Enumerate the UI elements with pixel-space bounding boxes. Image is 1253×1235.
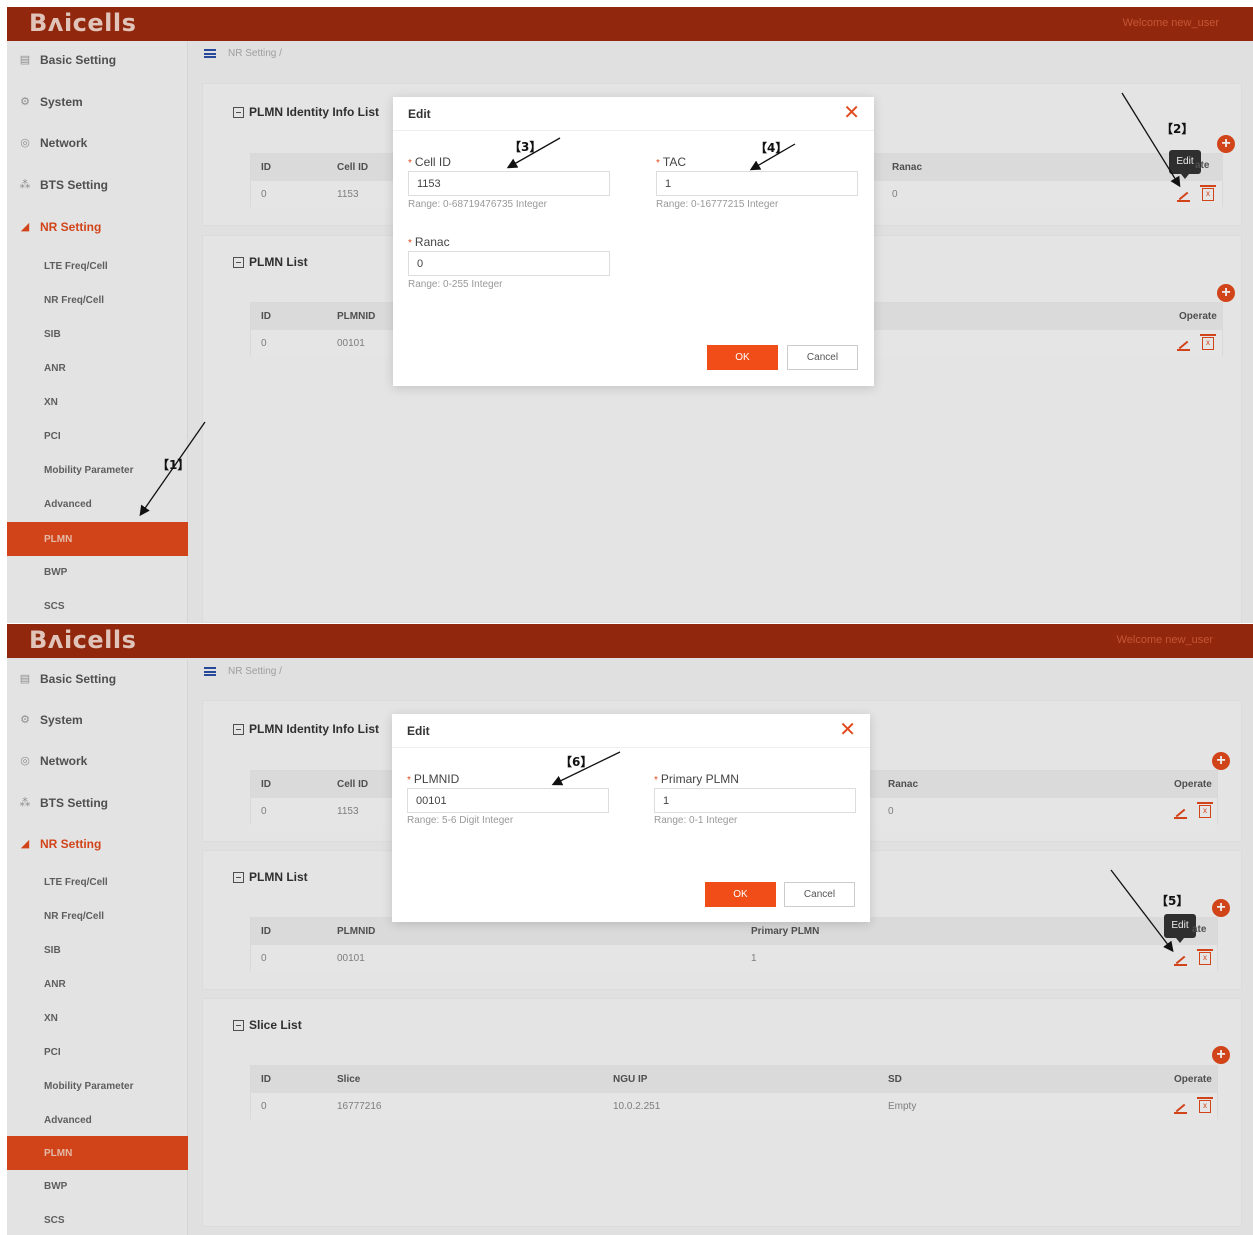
annotation-1: 【1】 bbox=[157, 458, 190, 472]
ok-button[interactable]: OK bbox=[707, 345, 778, 370]
ranac-label: * Ranac bbox=[408, 235, 450, 249]
screenshot-plmn-identity-edit: Bᴧicells Welcome new_user ▤ Basic Setting… bbox=[7, 7, 1253, 623]
tac-label: * TAC bbox=[656, 155, 687, 169]
cancel-button[interactable]: Cancel bbox=[784, 882, 855, 907]
tac-input[interactable]: 1 bbox=[656, 171, 858, 196]
cell-id-input[interactable]: 1153 bbox=[408, 171, 610, 196]
annotation-5: 【5】 bbox=[1156, 894, 1189, 908]
plmnid-input[interactable]: 00101 bbox=[407, 788, 609, 813]
cell-id-label: * Cell ID bbox=[408, 155, 451, 169]
cell-id-hint: Range: 0-68719476735 Integer bbox=[408, 199, 548, 210]
annotation-6: 【6】 bbox=[560, 755, 593, 769]
edit-modal: Edit ✕ * PLMNID 00101 Range: 5-6 Digit In… bbox=[392, 714, 870, 922]
close-icon[interactable]: ✕ bbox=[843, 103, 860, 123]
primary-plmn-hint: Range: 0-1 Integer bbox=[654, 815, 738, 826]
plmnid-hint: Range: 5-6 Digit Integer bbox=[407, 815, 514, 826]
annotation-2: 【2】 bbox=[1161, 122, 1194, 136]
cancel-button[interactable]: Cancel bbox=[787, 345, 858, 370]
ok-button[interactable]: OK bbox=[705, 882, 776, 907]
close-icon[interactable]: ✕ bbox=[839, 720, 856, 740]
annotation-4: 【4】 bbox=[755, 141, 788, 155]
modal-title: Edit bbox=[408, 107, 431, 121]
plmnid-label: * PLMNID bbox=[407, 772, 460, 786]
annotation-3: 【3】 bbox=[509, 140, 542, 154]
screenshot-plmn-list-edit: Bᴧicells Welcome new_user ▤ Basic Setting… bbox=[7, 624, 1253, 1235]
ranac-input[interactable]: 0 bbox=[408, 251, 610, 276]
primary-plmn-input[interactable]: 1 bbox=[654, 788, 856, 813]
primary-plmn-label: * Primary PLMN bbox=[654, 772, 739, 786]
tac-hint: Range: 0-16777215 Integer bbox=[656, 199, 779, 210]
modal-title: Edit bbox=[407, 724, 430, 738]
edit-modal: Edit ✕ * Cell ID 1153 Range: 0-6871947673… bbox=[393, 97, 874, 386]
ranac-hint: Range: 0-255 Integer bbox=[408, 279, 503, 290]
